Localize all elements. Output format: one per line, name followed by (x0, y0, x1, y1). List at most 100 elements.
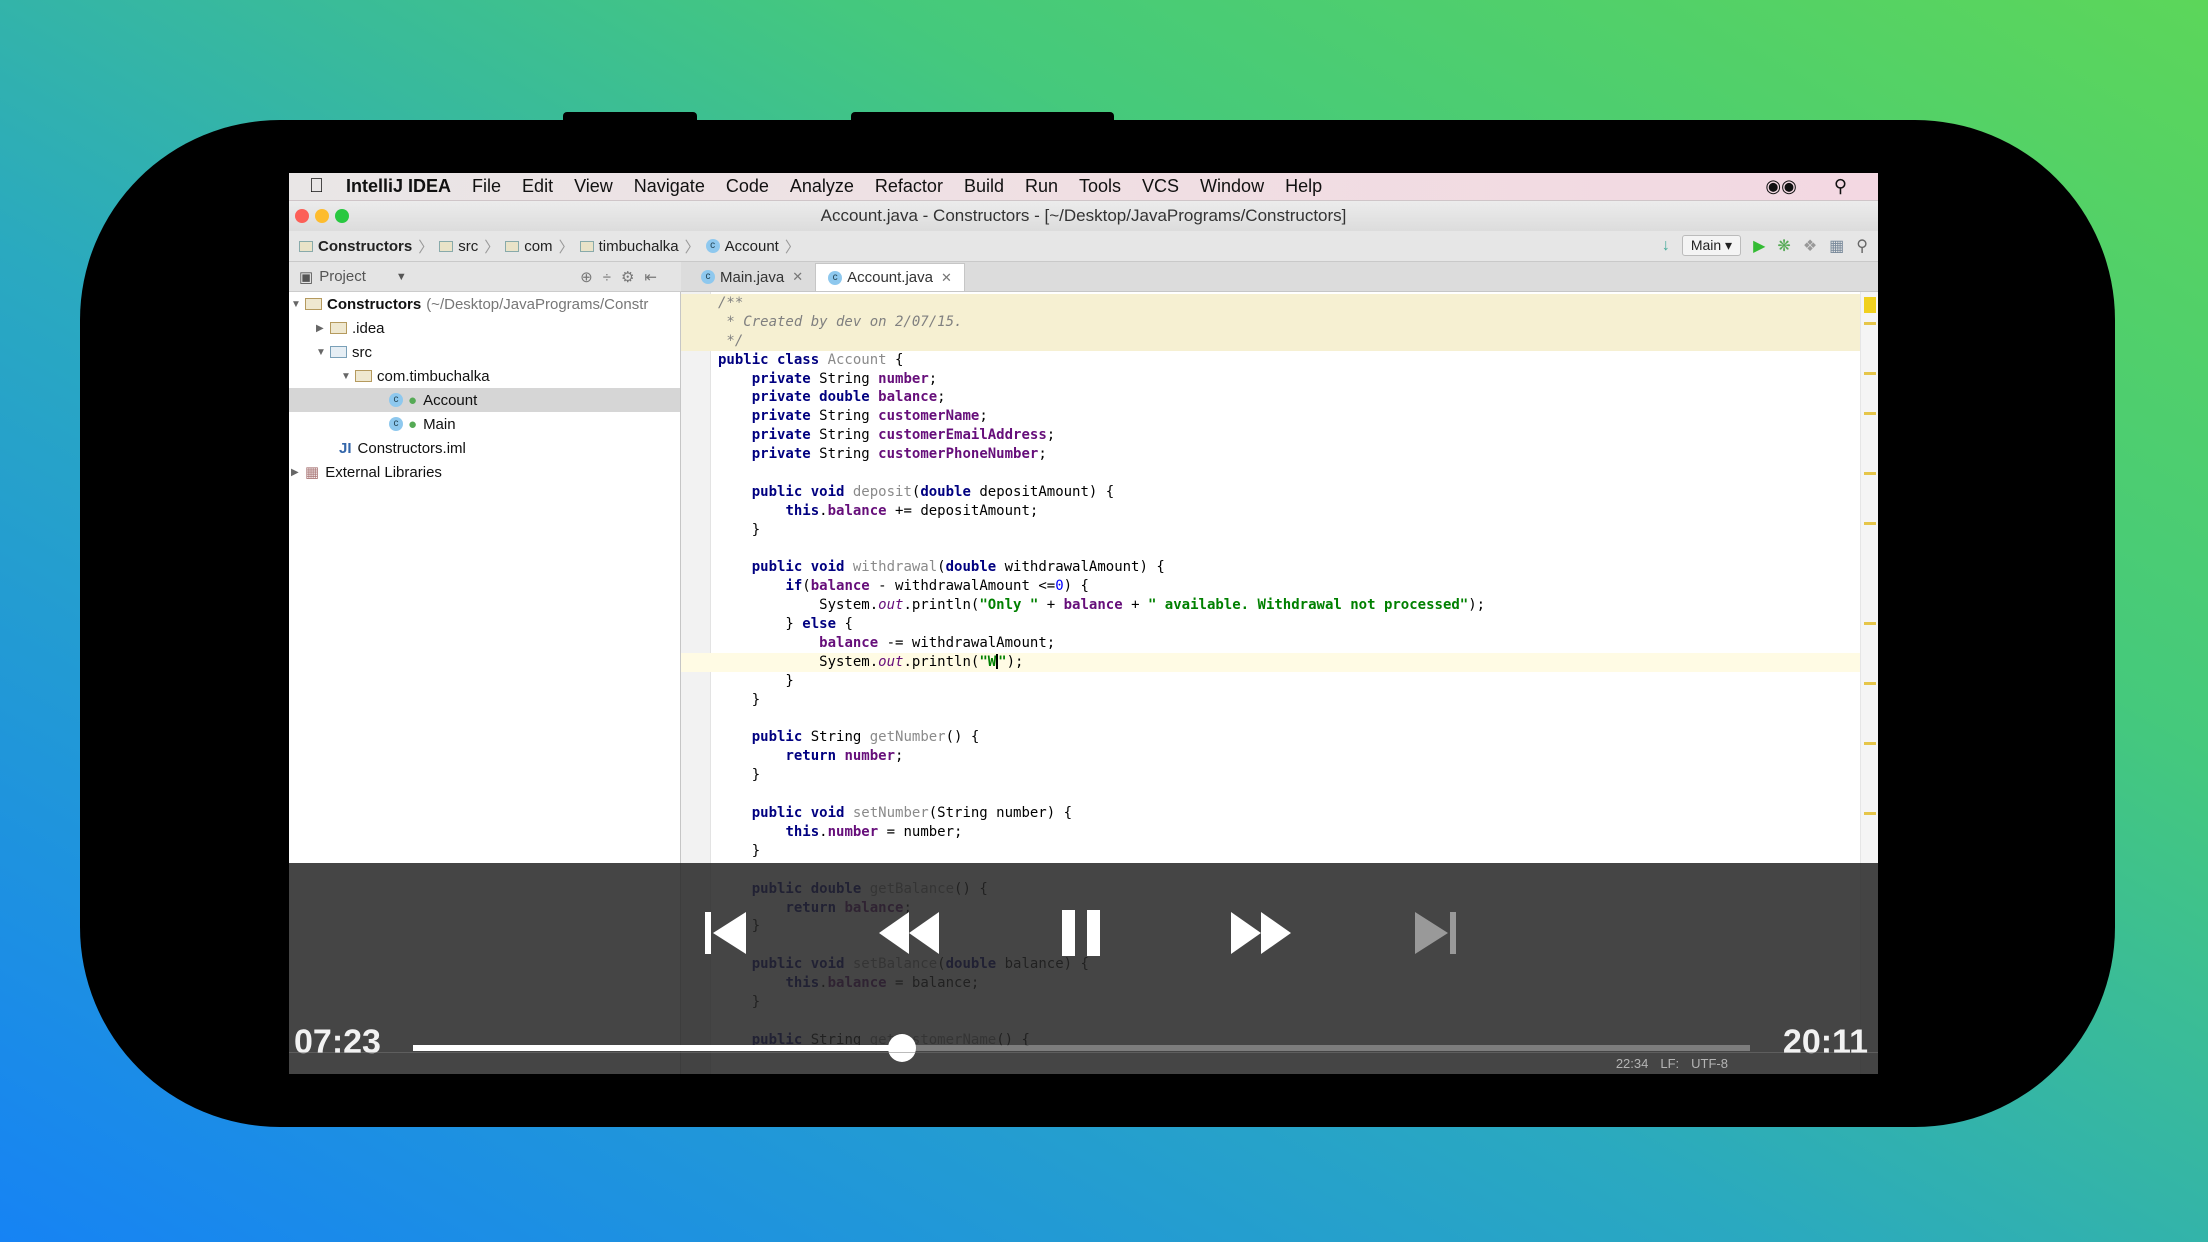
code-token: setNumber (852, 805, 929, 822)
code-line[interactable] (681, 540, 1860, 559)
code-line[interactable]: System.out.println("Only " + balance + "… (681, 596, 1860, 615)
project-view-select[interactable]: Project (319, 268, 366, 285)
menu-tools[interactable]: Tools (1079, 176, 1121, 197)
collapse-arrow-icon[interactable]: ▶ (291, 467, 305, 478)
tree-item-package[interactable]: ▼ com.timbuchalka (289, 364, 680, 388)
code-line[interactable]: } (681, 691, 1860, 710)
seek-bar[interactable] (413, 1034, 1750, 1062)
warning-marker[interactable] (1864, 297, 1876, 313)
crumb-com[interactable]: com 〉 (505, 236, 574, 257)
menu-code[interactable]: Code (726, 176, 769, 197)
code-line[interactable]: return number; (681, 747, 1860, 766)
close-tab-icon[interactable]: ✕ (941, 270, 952, 286)
code-line[interactable]: public void withdrawal(double withdrawal… (681, 558, 1860, 577)
tab-account-java[interactable]: c Account.java ✕ (815, 263, 965, 291)
menu-run[interactable]: Run (1025, 176, 1058, 197)
code-line[interactable]: private String number; (681, 370, 1860, 389)
close-button[interactable] (295, 209, 309, 223)
code-line[interactable]: private double balance; (681, 388, 1860, 407)
code-line[interactable]: this.number = number; (681, 823, 1860, 842)
tree-item-src[interactable]: ▼ src (289, 340, 680, 364)
cursor-position[interactable]: 22:34 (1616, 1056, 1649, 1071)
code-line[interactable]: public void setNumber(String number) { (681, 804, 1860, 823)
code-line[interactable]: private String customerPhoneNumber; (681, 445, 1860, 464)
fast-forward-icon[interactable] (1229, 908, 1293, 958)
debug-icon[interactable]: ❋ (1777, 236, 1790, 256)
menu-navigate[interactable]: Navigate (634, 176, 705, 197)
code-line[interactable]: } (681, 842, 1860, 861)
menu-edit[interactable]: Edit (522, 176, 553, 197)
code-line[interactable]: public String getNumber() { (681, 728, 1860, 747)
code-token: . (819, 823, 828, 840)
file-encoding[interactable]: UTF-8 (1691, 1056, 1728, 1071)
line-separator[interactable]: LF: (1660, 1056, 1679, 1071)
code-line[interactable]: private String customerName; (681, 407, 1860, 426)
menu-analyze[interactable]: Analyze (790, 176, 854, 197)
code-token: double (920, 483, 980, 500)
zoom-button[interactable] (335, 209, 349, 223)
apple-icon[interactable]:  (309, 175, 324, 198)
menu-app[interactable]: IntelliJ IDEA (346, 176, 451, 197)
crumb-timbuchalka[interactable]: timbuchalka 〉 (579, 236, 700, 257)
code-line[interactable]: public void deposit(double depositAmount… (681, 483, 1860, 502)
expand-arrow-icon[interactable]: ▼ (316, 347, 330, 358)
coverage-icon[interactable]: ❖ (1803, 236, 1817, 256)
skip-next-icon[interactable] (1409, 908, 1459, 958)
pause-icon[interactable] (1056, 908, 1106, 958)
expand-arrow-icon[interactable]: ▼ (291, 299, 305, 310)
collapse-arrow-icon[interactable]: ▶ (316, 323, 330, 334)
crumb-project[interactable]: Constructors 〉 (299, 236, 433, 257)
tree-item-main[interactable]: c ● Main (289, 412, 680, 436)
code-line[interactable]: this.balance += depositAmount; (681, 502, 1860, 521)
code-line[interactable]: /** (681, 294, 1860, 313)
code-line[interactable]: balance -= withdrawalAmount; (681, 634, 1860, 653)
code-token: = number; (878, 823, 963, 840)
glasses-icon[interactable]: ◉◉ (1765, 176, 1796, 197)
code-line[interactable]: } (681, 672, 1860, 691)
code-token: "Only " (979, 597, 1039, 614)
code-line[interactable]: } (681, 766, 1860, 785)
search-icon[interactable]: ⚲ (1834, 176, 1847, 197)
chevron-down-icon[interactable]: ▼ (396, 271, 407, 283)
code-line[interactable]: } (681, 521, 1860, 540)
panel-tool-icons[interactable]: ⊕÷⚙⇤ (580, 268, 667, 286)
sort-icon[interactable]: ↓ (1662, 237, 1670, 255)
menu-help[interactable]: Help (1285, 176, 1322, 197)
close-tab-icon[interactable]: ✕ (792, 269, 803, 285)
menu-window[interactable]: Window (1200, 176, 1264, 197)
tree-item-constructors[interactable]: ▼ Constructors (~/Desktop/JavaPrograms/Con… (289, 292, 680, 316)
package-icon (579, 240, 594, 252)
expand-arrow-icon[interactable]: ▼ (341, 371, 355, 382)
tree-item-iml[interactable]: JI Constructors.iml (289, 436, 680, 460)
menu-view[interactable]: View (574, 176, 613, 197)
project-structure-icon[interactable]: ▦ (1829, 236, 1844, 256)
run-config-select[interactable]: Main ▾ (1681, 235, 1742, 256)
code-token: public void (751, 483, 853, 500)
menu-refactor[interactable]: Refactor (875, 176, 943, 197)
crumb-account[interactable]: c Account 〉 (705, 236, 800, 257)
rewind-icon[interactable] (877, 908, 941, 958)
code-line[interactable]: public class Account { (681, 351, 1860, 370)
menu-file[interactable]: File (472, 176, 501, 197)
run-icon[interactable]: ▶ (1753, 236, 1765, 256)
crumb-src[interactable]: src 〉 (439, 236, 499, 257)
tree-item-idea[interactable]: ▶ .idea (289, 316, 680, 340)
minimize-button[interactable] (315, 209, 329, 223)
code-line[interactable]: System.out.println("W "); (681, 652, 1860, 672)
code-line[interactable]: */ (681, 331, 1860, 351)
skip-previous-icon[interactable] (702, 908, 752, 958)
menu-build[interactable]: Build (964, 176, 1004, 197)
video-controls-overlay: 07:23 20:11 (289, 863, 1878, 1074)
search-everywhere-icon[interactable]: ⚲ (1856, 236, 1868, 256)
code-line[interactable]: private String customerEmailAddress; (681, 426, 1860, 445)
code-line[interactable]: * Created by dev on 2/07/15. (681, 312, 1860, 332)
code-line[interactable] (681, 710, 1860, 729)
tab-main-java[interactable]: c Main.java ✕ (689, 263, 815, 291)
tree-item-account[interactable]: c ● Account (289, 388, 680, 412)
code-line[interactable]: if(balance - withdrawalAmount <=0) { (681, 577, 1860, 596)
code-line[interactable] (681, 464, 1860, 483)
tree-item-external-libraries[interactable]: ▶ ▦ External Libraries (289, 460, 680, 484)
code-line[interactable] (681, 785, 1860, 804)
menu-vcs[interactable]: VCS (1142, 176, 1179, 197)
code-line[interactable]: } else { (681, 615, 1860, 634)
